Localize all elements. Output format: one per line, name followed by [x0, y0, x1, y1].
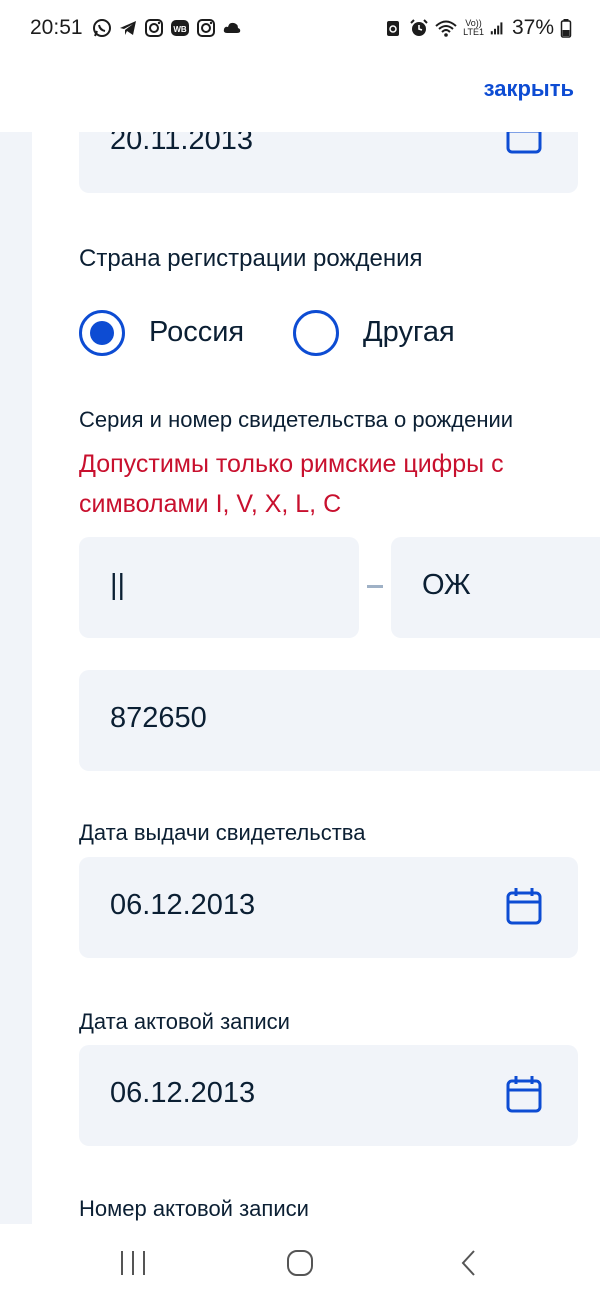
- wifi-icon: [435, 20, 457, 37]
- radio-russia-label: Россия: [149, 316, 245, 348]
- back-icon[interactable]: [455, 1248, 485, 1278]
- radio-other-control[interactable]: [293, 310, 339, 356]
- radio-other-label: Другая: [363, 316, 455, 348]
- battery-percent: 37%: [511, 16, 554, 39]
- signal-icon: [490, 22, 503, 35]
- recent-apps-icon[interactable]: [118, 1248, 148, 1278]
- series-roman-value: ||: [110, 569, 126, 601]
- network-lte: LTE1: [463, 27, 484, 37]
- instagram-icon-2: [197, 19, 215, 37]
- series-roman-input[interactable]: ||: [79, 537, 359, 638]
- notification-icons: WB: [92, 18, 242, 38]
- battery-icon: [560, 19, 572, 38]
- act-date-field[interactable]: 06.12.2013: [79, 1045, 578, 1146]
- whatsapp-icon: [93, 19, 111, 37]
- header-cover: закрыть: [0, 58, 600, 132]
- left-backdrop-strip: [0, 132, 32, 1224]
- series-letters-value: ОЖ: [422, 569, 471, 601]
- act-number-label: Номер актовой записи: [79, 1196, 309, 1221]
- calendar-icon[interactable]: [506, 1075, 542, 1115]
- wb-icon: WB: [171, 20, 189, 36]
- radio-russia-control[interactable]: [79, 310, 125, 356]
- series-separator: [367, 585, 383, 588]
- home-icon[interactable]: [285, 1248, 315, 1278]
- issue-date-label: Дата выдачи свидетельства: [79, 820, 366, 845]
- svg-text:WB: WB: [173, 25, 187, 34]
- navigation-bar: [0, 1224, 600, 1299]
- alarm-icon: [410, 19, 428, 36]
- act-date-value: 06.12.2013: [110, 1077, 256, 1109]
- certificate-number-value: 872650: [110, 702, 207, 734]
- cloud-icon: [223, 22, 241, 33]
- issue-date-value: 06.12.2013: [110, 889, 256, 921]
- calendar-icon[interactable]: [506, 887, 542, 927]
- telegram-icon: [120, 21, 136, 35]
- country-label: Страна регистрации рождения: [79, 245, 423, 272]
- certificate-label: Серия и номер свидетельства о рождении: [79, 407, 514, 432]
- status-bar: 20:51 WB Vo)) LTE1 37%: [0, 0, 600, 58]
- status-time: 20:51: [30, 16, 83, 39]
- certificate-number-input[interactable]: 872650: [79, 670, 600, 771]
- radio-selected-dot: [90, 321, 114, 345]
- certificate-error-message: Допустимы только римские цифры с символа…: [79, 450, 504, 518]
- instagram-icon: [145, 19, 163, 37]
- close-link-label[interactable]: закрыть: [484, 76, 574, 102]
- recycle-icon: [387, 21, 400, 36]
- network-type: Vo)) LTE1: [463, 19, 484, 37]
- series-letters-input[interactable]: ОЖ: [391, 537, 600, 638]
- act-date-label: Дата актовой записи: [79, 1009, 290, 1034]
- system-status-icons: Vo)) LTE1 37%: [383, 16, 572, 40]
- issue-date-field[interactable]: 06.12.2013: [79, 857, 578, 958]
